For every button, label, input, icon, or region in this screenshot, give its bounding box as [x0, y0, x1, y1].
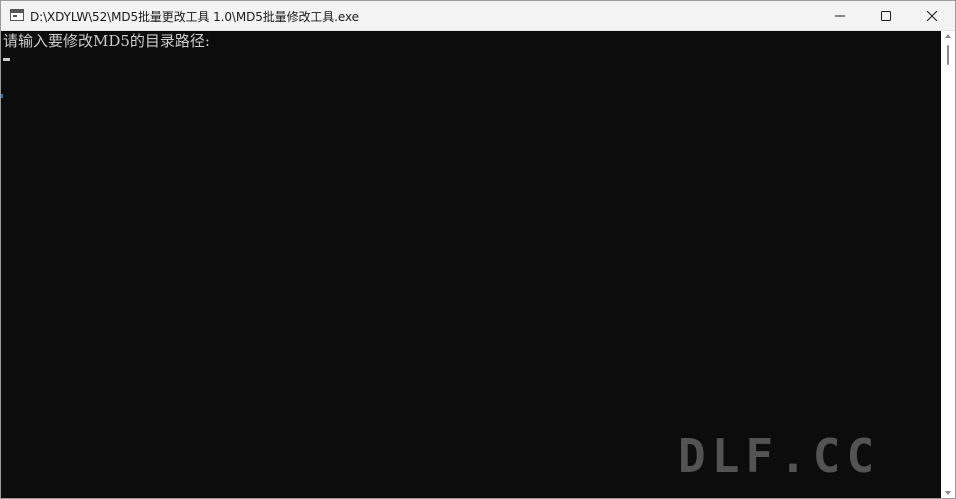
minimize-icon — [835, 11, 845, 21]
window-title: D:\XDYLW\52\MD5批量更改工具 1.0\MD5批量修改工具.exe — [30, 10, 359, 24]
close-button[interactable] — [909, 1, 955, 30]
selection-marker — [1, 94, 3, 98]
console-window-icon[interactable] — [10, 9, 24, 21]
text-cursor — [3, 58, 10, 61]
minimize-button[interactable] — [817, 1, 863, 30]
scroll-down-arrow-icon[interactable] — [945, 491, 951, 495]
maximize-button[interactable] — [863, 1, 909, 30]
console-window: D:\XDYLW\52\MD5批量更改工具 1.0\MD5批量修改工具.exe … — [0, 0, 956, 499]
scrollbar-thumb[interactable] — [947, 45, 949, 65]
watermark-logo: DLF.CC — [678, 429, 881, 483]
maximize-icon — [881, 10, 891, 21]
console-prompt-text: 请输入要修改MD5的目录路径: — [3, 32, 210, 50]
scroll-up-arrow-icon[interactable] — [945, 34, 951, 38]
title-bar[interactable]: D:\XDYLW\52\MD5批量更改工具 1.0\MD5批量修改工具.exe — [1, 1, 955, 31]
close-icon — [927, 10, 937, 21]
vertical-scrollbar[interactable] — [941, 31, 955, 498]
resize-grip-icon[interactable] — [791, 493, 815, 498]
